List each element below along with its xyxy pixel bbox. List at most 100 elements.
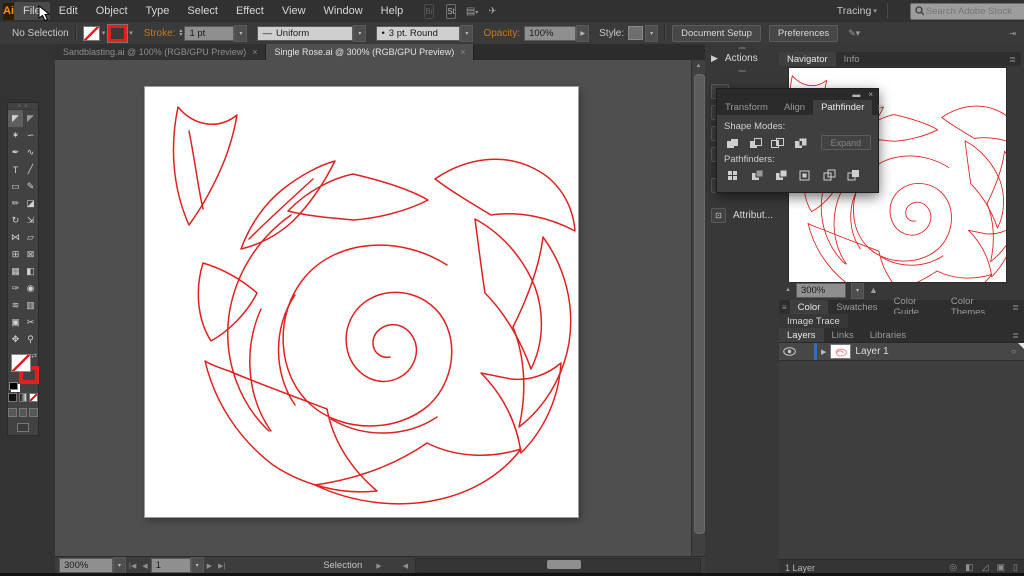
type-tool[interactable]: T (8, 161, 23, 178)
menu-help[interactable]: Help (372, 2, 413, 20)
pencil-tool[interactable]: ✏ (8, 195, 23, 212)
menu-window[interactable]: Window (315, 2, 372, 20)
crop-icon[interactable] (796, 168, 814, 182)
artboard-number-field[interactable]: 1 (151, 558, 191, 573)
eyedropper-tool[interactable]: ✑ (8, 280, 23, 297)
tab-single-rose[interactable]: Single Rose.ai @ 300% (RGB/GPU Preview) … (266, 44, 474, 60)
horizontal-scroll-thumb[interactable] (547, 560, 581, 569)
menu-object[interactable]: Object (87, 2, 137, 20)
document-setup-button[interactable]: Document Setup (672, 25, 761, 42)
tab-libraries[interactable]: Libraries (862, 328, 914, 342)
last-artboard-icon[interactable]: ▶| (218, 562, 225, 570)
merge-icon[interactable] (772, 168, 790, 182)
menu-edit[interactable]: Edit (50, 2, 87, 20)
locate-object-icon[interactable]: ◎ (949, 562, 957, 573)
tab-sandblasting[interactable]: Sandblasting.ai @ 100% (RGB/GPU Preview)… (55, 44, 266, 60)
minus-front-icon[interactable] (747, 136, 764, 150)
brush-definition-select[interactable]: • 3 pt. Round (376, 26, 460, 41)
tab-image-trace[interactable]: Image Trace (779, 314, 848, 328)
share-icon[interactable]: ✈ (488, 6, 496, 17)
width-profile-select[interactable]: — Uniform (257, 26, 353, 41)
tab-swatches[interactable]: Swatches (828, 300, 885, 314)
panel-menu-icon[interactable]: ≣ (1007, 300, 1024, 314)
menu-select[interactable]: Select (178, 2, 227, 20)
panel-grip-icon[interactable]: ≡ (779, 300, 790, 314)
opacity-flyout[interactable]: ▶ (576, 25, 589, 42)
opacity-label[interactable]: Opacity: (483, 28, 520, 39)
style-swatch[interactable] (628, 26, 643, 40)
close-panel-icon[interactable]: × (868, 90, 873, 99)
workspace-dropdown-icon[interactable]: ▾ (873, 7, 877, 15)
tab-color-themes[interactable]: Color Themes (943, 300, 1007, 314)
vertical-scroll-thumb[interactable] (694, 74, 705, 534)
width-tool[interactable]: ⋈ (8, 229, 23, 246)
tab-transform[interactable]: Transform (717, 100, 776, 115)
visibility-eye-icon[interactable] (783, 347, 796, 356)
unite-icon[interactable] (724, 136, 741, 150)
layer-row[interactable]: ▶ Layer 1 ○ (779, 343, 1024, 361)
canvas-area[interactable]: ▲ (55, 60, 705, 556)
tab-color-guide[interactable]: Color Guide (886, 300, 943, 314)
stroke-weight-field[interactable]: 1 pt (184, 26, 234, 41)
first-artboard-icon[interactable]: |◀ (129, 562, 136, 570)
previous-artboard-icon[interactable]: ◀ (142, 562, 147, 570)
free-transform-tool[interactable]: ▱ (23, 229, 38, 246)
workspace-switcher[interactable]: Tracing (837, 5, 872, 17)
tab-layers[interactable]: Layers (779, 328, 824, 342)
tab-color[interactable]: Color (790, 300, 829, 314)
stepper-down-icon[interactable]: ▾ (179, 33, 182, 37)
pathfinder-titlebar[interactable]: ▬ × (717, 89, 878, 100)
trim-icon[interactable] (748, 168, 766, 182)
search-input[interactable] (924, 5, 1024, 18)
tools-panel-grip[interactable]: ■ ■ (8, 103, 38, 110)
default-fill-stroke-icon[interactable] (9, 382, 18, 390)
panel-menu-icon[interactable]: ≣ (1004, 52, 1021, 66)
status-flyout-icon[interactable]: ▶ (376, 562, 381, 570)
expand-button[interactable]: Expand (821, 135, 871, 150)
navigator-zoom-dropdown[interactable]: ▾ (851, 282, 864, 299)
shape-builder-tool[interactable]: ⊞ (8, 246, 23, 263)
fill-swatch-none[interactable] (11, 354, 31, 372)
zoom-dropdown[interactable]: ▾ (113, 557, 126, 574)
gradient-button[interactable] (19, 393, 28, 402)
symbol-options-icon[interactable]: ✎▾ (848, 28, 860, 39)
stroke-weight-dropdown[interactable]: ▾ (234, 25, 247, 42)
expand-layer-icon[interactable]: ▶ (821, 348, 826, 356)
stock-icon[interactable]: St (446, 4, 456, 19)
scale-tool[interactable]: ⇲ (23, 212, 38, 229)
gradient-tool[interactable]: ◧ (23, 263, 38, 280)
navigator-zoom-field[interactable]: 300% (796, 283, 846, 298)
zoom-tool[interactable]: ⚲ (23, 331, 38, 348)
artboard[interactable] (145, 87, 578, 517)
workspace-layout-icon[interactable]: ▤▾ (466, 6, 478, 17)
slice-tool[interactable]: ✂ (23, 314, 38, 331)
eraser-tool[interactable]: ◪ (23, 195, 38, 212)
symbol-sprayer-tool[interactable]: ≋ (8, 297, 23, 314)
stroke-weight-label[interactable]: Stroke: (144, 28, 176, 39)
zoom-out-icon[interactable]: ▲ (785, 287, 791, 293)
stroke-color-swatch[interactable] (108, 25, 127, 42)
search-field[interactable] (910, 3, 1024, 20)
zoom-level-field[interactable]: 300% (59, 558, 113, 573)
color-button[interactable] (8, 393, 17, 402)
collapse-panel-icon[interactable]: ▬ (852, 90, 860, 99)
panel-menu-icon[interactable]: ≣ (872, 100, 889, 115)
bridge-icon[interactable]: Br (424, 4, 434, 19)
zoom-in-icon[interactable]: ▲ (869, 285, 878, 295)
vertical-scrollbar[interactable]: ▲ (691, 60, 705, 556)
fill-color-swatch[interactable] (83, 26, 100, 41)
horizontal-scrollbar[interactable] (415, 558, 701, 573)
line-segment-tool[interactable]: ╱ (23, 161, 38, 178)
tab-pathfinder[interactable]: Pathfinder (813, 100, 872, 115)
rectangle-tool[interactable]: ▭ (8, 178, 23, 195)
new-layer-icon[interactable]: ▣ (997, 562, 1006, 573)
actions-panel-button[interactable]: ▶ Actions (705, 50, 779, 67)
layer-target-icon[interactable]: ○ (1011, 347, 1016, 356)
attributes-panel-button[interactable]: ⊡ Attribut... (705, 205, 779, 226)
hand-tool[interactable]: ✥ (8, 331, 23, 348)
draw-normal-icon[interactable] (8, 408, 17, 417)
opacity-field[interactable]: 100% (524, 26, 576, 41)
rotate-tool[interactable]: ↻ (8, 212, 23, 229)
menu-view[interactable]: View (273, 2, 315, 20)
draw-behind-icon[interactable] (19, 408, 28, 417)
